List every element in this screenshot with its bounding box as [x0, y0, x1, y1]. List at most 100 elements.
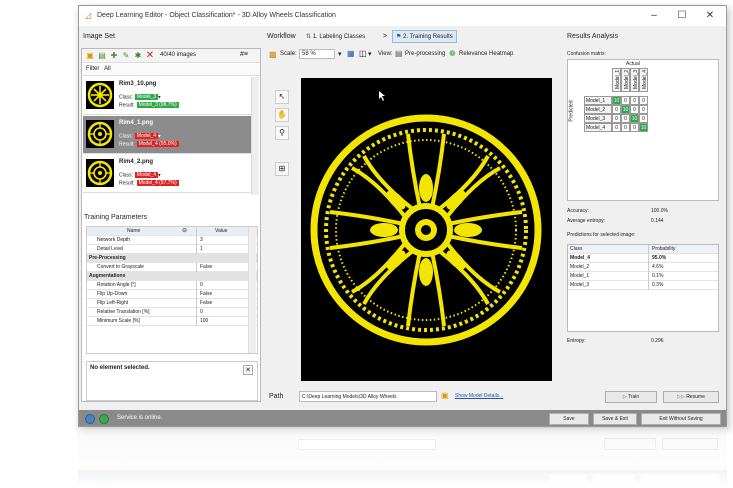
matrix-cell[interactable]: 10 [612, 96, 621, 105]
add-image-icon[interactable]: ▤ [97, 51, 107, 61]
pan-hand-icon[interactable]: ✋ [275, 108, 289, 122]
class-dropdown-icon[interactable]: ▾ [158, 133, 161, 139]
crop-icon[interactable]: ◫ [359, 49, 367, 58]
param-name: Rotation Angle [°] [97, 282, 136, 288]
param-name: Relative Translation [%] [97, 309, 150, 315]
grid-icon[interactable]: ⊞ [275, 162, 289, 176]
matrix-col-label: Model_3 [630, 68, 639, 92]
table-row[interactable]: Network Depth 3 [87, 236, 257, 245]
expand-icon[interactable]: ⊖ [182, 227, 187, 236]
delete-icon[interactable]: ✕ [145, 51, 155, 61]
maximize-button[interactable]: ☐ [673, 9, 691, 23]
param-value[interactable]: 1 [196, 245, 246, 254]
matrix-cell[interactable]: 0 [621, 123, 630, 132]
add-folder-icon[interactable]: ✚ [109, 51, 119, 61]
minimize-button[interactable]: – [645, 9, 663, 23]
window-reflection [78, 428, 727, 488]
matrix-cell[interactable]: 0 [630, 96, 639, 105]
matrix-cell[interactable]: 0 [621, 96, 630, 105]
zoom-fit-icon[interactable]: ▦ [347, 49, 355, 58]
exit-without-saving-button[interactable]: Exit Without Saving [641, 413, 721, 425]
matrix-cell[interactable]: 10 [630, 114, 639, 123]
param-value[interactable]: 0 [196, 308, 246, 317]
table-row[interactable]: Model_4 95.0% [568, 254, 718, 263]
class-badge[interactable]: Model_3 [134, 94, 159, 100]
matrix-row-label: Model_2 [584, 105, 612, 114]
table-row[interactable]: Model_3 0.3% [568, 281, 718, 290]
scale-select[interactable]: 58 % [299, 49, 335, 59]
table-row[interactable]: Minimum Scale [%] 100 [87, 317, 257, 326]
predicted-axis: Predicted [569, 88, 578, 138]
edit-icon[interactable]: ✎ [121, 51, 131, 61]
folder-icon[interactable]: ▣ [441, 391, 449, 400]
param-value[interactable]: False [196, 263, 246, 272]
matrix-cell[interactable]: 0 [612, 114, 621, 123]
table-row[interactable]: Model_2 4.6% [568, 263, 718, 272]
matrix-cell[interactable]: 0 [630, 105, 639, 114]
table-row[interactable]: Convert to Grayscale False [87, 263, 257, 272]
section-pre-processing[interactable]: Pre-Processing [87, 254, 257, 263]
service-status-icon [85, 414, 95, 424]
table-row[interactable]: Flip Up-Down False [87, 290, 257, 299]
filter-select[interactable]: All [104, 66, 111, 72]
chevron-down-icon[interactable]: ▾ [368, 50, 372, 58]
predictions-table: Class Probability Model_4 95.0% Model_2 … [567, 244, 719, 332]
class-dropdown-icon[interactable]: ▾ [158, 172, 161, 178]
matrix-cell[interactable]: 0 [630, 123, 639, 132]
pred-probability: 4.6% [648, 263, 708, 272]
param-value[interactable]: False [196, 290, 246, 299]
save-button[interactable]: Save [549, 413, 589, 425]
matrix-cell[interactable]: 0 [639, 96, 648, 105]
matrix-cell[interactable]: 0 [612, 105, 621, 114]
resume-button[interactable]: ▷▷ Resume [663, 391, 719, 403]
param-value[interactable]: 0 [196, 281, 246, 290]
table-row[interactable]: Flip Left-Right False [87, 299, 257, 308]
zoom-icon[interactable]: ⚲ [275, 126, 289, 140]
class-badge[interactable]: Model_4 [134, 172, 159, 178]
section-augmentations[interactable]: Augmentations [87, 272, 257, 281]
table-row[interactable]: Detail Level 1 [87, 245, 257, 254]
chevron-down-icon[interactable]: ▾ [338, 50, 342, 58]
view-preprocessing-toggle[interactable]: Pre-processing [405, 51, 445, 57]
view-heatmap-toggle[interactable]: Relevance Heatmap [459, 51, 513, 57]
app-logo-icon: ◿ [85, 11, 92, 20]
param-name: Flip Up-Down [97, 291, 128, 297]
class-badge[interactable]: Model_4 [134, 133, 159, 139]
matrix-cell[interactable]: 0 [621, 114, 630, 123]
param-value[interactable]: 100 [196, 317, 246, 326]
matrix-cell[interactable]: 0 [639, 105, 648, 114]
train-button[interactable]: ▷ Train [605, 391, 657, 403]
path-input[interactable]: C:\Deep Learning Models\3D Alloy Wheels [299, 391, 437, 402]
image-filename: Rim3_10.png [119, 81, 157, 87]
param-value[interactable]: False [196, 299, 246, 308]
folder-icon[interactable]: ▣ [85, 51, 95, 61]
preprocessing-icon[interactable]: ▤ [395, 49, 403, 58]
image-list-item[interactable]: Rim4_2.png Class: Model_4 ▾ Result: Model_4… [83, 155, 251, 193]
pointer-icon[interactable]: ↖ [275, 90, 289, 104]
params-scrollbar[interactable] [248, 227, 256, 353]
matrix-cell[interactable]: 10 [639, 123, 648, 132]
matrix-cell[interactable]: 10 [621, 105, 630, 114]
table-row[interactable]: Relative Translation [%] 0 [87, 308, 257, 317]
table-row[interactable]: Rotation Angle [°] 0 [87, 281, 257, 290]
show-model-details-link[interactable]: Show Model Details... [455, 393, 503, 399]
matrix-cell[interactable]: 0 [612, 123, 621, 132]
table-row[interactable]: Model_1 0.1% [568, 272, 718, 281]
matrix-col-label: Model_1 [612, 68, 621, 92]
image-list-item[interactable]: Rim4_1.png Class: Model_4 ▾ Result: Model_4… [83, 116, 251, 154]
close-info-icon[interactable]: ✕ [243, 365, 253, 375]
heatmap-icon[interactable]: ❁ [449, 49, 456, 58]
matrix-cell[interactable]: 0 [639, 114, 648, 123]
image-list-scrollbar[interactable] [251, 77, 259, 195]
workflow-step-training[interactable]: ⚑ 2. Training Results [392, 30, 457, 43]
param-value[interactable]: 3 [196, 236, 246, 245]
class-dropdown-icon[interactable]: ▾ [158, 94, 161, 100]
tag-icon[interactable]: ✱ [133, 51, 143, 61]
image-list-item[interactable]: Rim3_10.png Class: Model_3 ▾ Result: Model_… [83, 77, 251, 115]
sort-icon[interactable]: #≡ [240, 51, 248, 58]
close-button[interactable]: ✕ [701, 9, 719, 23]
save-exit-button[interactable]: Save & Exit [593, 413, 637, 425]
accuracy-value: 100.0% [651, 208, 668, 214]
workflow-step-labeling[interactable]: ⇅ 1. Labeling Classes [306, 33, 365, 40]
image-canvas[interactable] [301, 78, 552, 381]
